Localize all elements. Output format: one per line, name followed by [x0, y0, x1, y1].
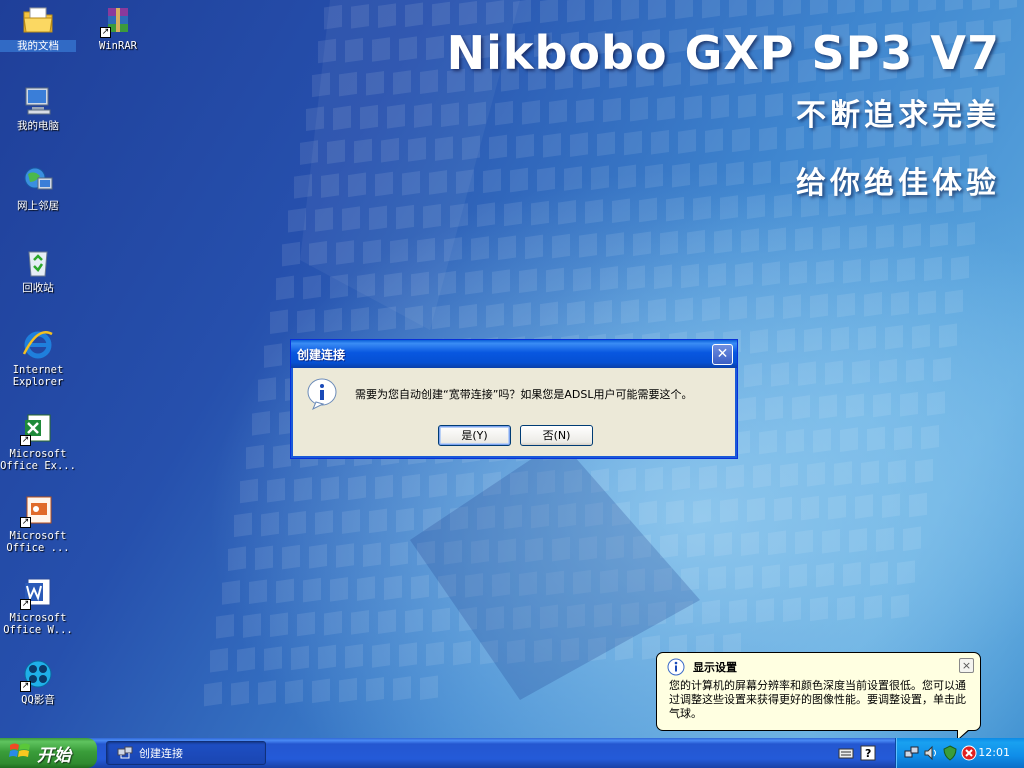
shortcut-arrow-icon: ↗	[20, 681, 31, 692]
network-status-icon[interactable]	[904, 745, 920, 761]
desktop-icon-winrar[interactable]: ↗ WinRAR	[80, 4, 156, 52]
desktop-icon-label: Microsoft Office ...	[6, 530, 70, 554]
no-button[interactable]: 否(N)	[520, 425, 593, 446]
desktop-icon-label: 网上邻居	[17, 200, 59, 212]
winrar-icon: ↗	[100, 4, 134, 38]
balloon-text: 您的计算机的屏幕分辨率和颜色深度当前设置很低。您可以通过调整这些设置来获得更好的…	[669, 679, 966, 720]
clock[interactable]: 12:01	[978, 746, 1010, 759]
language-bar: ?	[838, 745, 876, 761]
shortcut-arrow-icon: ↗	[20, 435, 31, 446]
windows-logo-icon	[9, 741, 31, 766]
create-connection-dialog[interactable]: 创建连接 ✕ 需要为您自动创建“宽带连接”吗？如果您是ADSL用户可能需要这个。…	[290, 339, 738, 459]
info-icon	[667, 658, 685, 679]
excel-icon: ↗	[20, 412, 54, 446]
keyboard-icon[interactable]	[838, 745, 854, 761]
start-label: 开始	[37, 745, 71, 766]
taskbar: 开始 创建连接 ? 12:01	[0, 738, 1024, 768]
desktop-icon-label: 我的文档	[0, 40, 76, 52]
dialog-body: 需要为您自动创建“宽带连接”吗？如果您是ADSL用户可能需要这个。 是(Y) 否…	[295, 368, 733, 454]
desktop-icon-label: QQ影音	[21, 694, 55, 706]
balloon-close-button[interactable]: ×	[959, 658, 974, 673]
word-icon: ↗	[20, 576, 54, 610]
my-documents-icon	[22, 4, 54, 36]
dialog-close-button[interactable]: ✕	[712, 344, 733, 365]
powerpoint-icon: ↗	[20, 494, 54, 528]
error-alert-icon[interactable]	[961, 745, 977, 761]
shortcut-arrow-icon: ↗	[100, 27, 111, 38]
taskbar-item-label: 创建连接	[139, 747, 183, 760]
system-tray: 12:01	[895, 738, 1024, 768]
qq-player-icon: ↗	[20, 658, 54, 692]
recycle-bin-icon	[22, 246, 54, 278]
svg-text:?: ?	[865, 747, 871, 760]
balloon-title: 显示设置	[693, 661, 737, 674]
taskbar-item-create-connection[interactable]: 创建连接	[106, 741, 266, 765]
shortcut-arrow-icon: ↗	[20, 517, 31, 528]
dialog-title: 创建连接	[297, 347, 346, 362]
desktop-icon-label: Microsoft Office W...	[3, 612, 73, 636]
desktop-icon-recycle-bin[interactable]: 回收站	[0, 246, 76, 294]
wallpaper-slogan-2: 给你绝佳体验	[796, 166, 1000, 201]
desktop-icon-label: 回收站	[22, 282, 54, 294]
volume-icon[interactable]	[923, 745, 939, 761]
my-computer-icon	[22, 84, 54, 116]
shortcut-arrow-icon: ↗	[20, 599, 31, 610]
desktop-icon-excel[interactable]: ↗ Microsoft Office Ex...	[0, 412, 76, 472]
help-icon[interactable]: ?	[860, 745, 876, 761]
desktop-icon-internet-explorer[interactable]: Internet Explorer	[0, 328, 76, 388]
start-button[interactable]: 开始	[0, 738, 97, 768]
display-settings-balloon[interactable]: 显示设置 × 您的计算机的屏幕分辨率和颜色深度当前设置很低。您可以通过调整这些设…	[656, 652, 981, 731]
wallpaper-slogan-1: 不断追求完美	[796, 98, 1000, 133]
desktop-icon-label: 我的电脑	[17, 120, 59, 132]
desktop-icon-network-places[interactable]: 网上邻居	[0, 164, 76, 212]
desktop-icon-my-computer[interactable]: 我的电脑	[0, 84, 76, 132]
wallpaper-title: Nikbobo GXP SP3 V7	[446, 26, 1000, 80]
yes-button[interactable]: 是(Y)	[438, 425, 511, 446]
network-places-icon	[22, 164, 54, 196]
internet-explorer-icon	[22, 328, 54, 360]
dialog-titlebar[interactable]: 创建连接	[291, 340, 737, 368]
info-icon	[307, 377, 341, 414]
desktop-icon-powerpoint[interactable]: ↗ Microsoft Office ...	[0, 494, 76, 554]
security-shield-icon[interactable]	[942, 745, 958, 761]
desktop-icon-label: Microsoft Office Ex...	[0, 448, 76, 472]
desktop-icon-my-documents[interactable]: 我的文档	[0, 4, 76, 52]
dialog-message: 需要为您自动创建“宽带连接”吗？如果您是ADSL用户可能需要这个。	[355, 388, 693, 401]
network-connection-icon	[117, 744, 133, 763]
desktop-icon-label: Internet Explorer	[12, 364, 64, 388]
desktop-icon-word[interactable]: ↗ Microsoft Office W...	[0, 576, 76, 636]
desktop-icon-qq-player[interactable]: ↗ QQ影音	[0, 658, 76, 706]
desktop-icon-label: WinRAR	[99, 40, 137, 52]
